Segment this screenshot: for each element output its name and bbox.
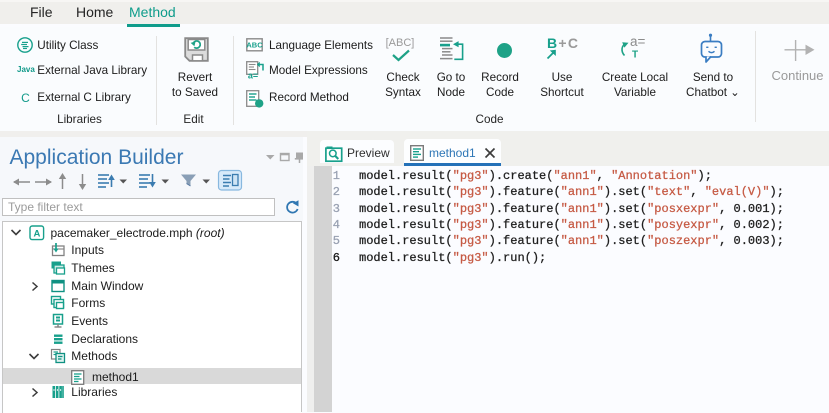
svg-text:T: T xyxy=(632,50,638,61)
svg-text:A: A xyxy=(33,228,40,239)
svg-text:ABC: ABC xyxy=(246,40,263,49)
svg-text:a=: a= xyxy=(248,71,258,80)
